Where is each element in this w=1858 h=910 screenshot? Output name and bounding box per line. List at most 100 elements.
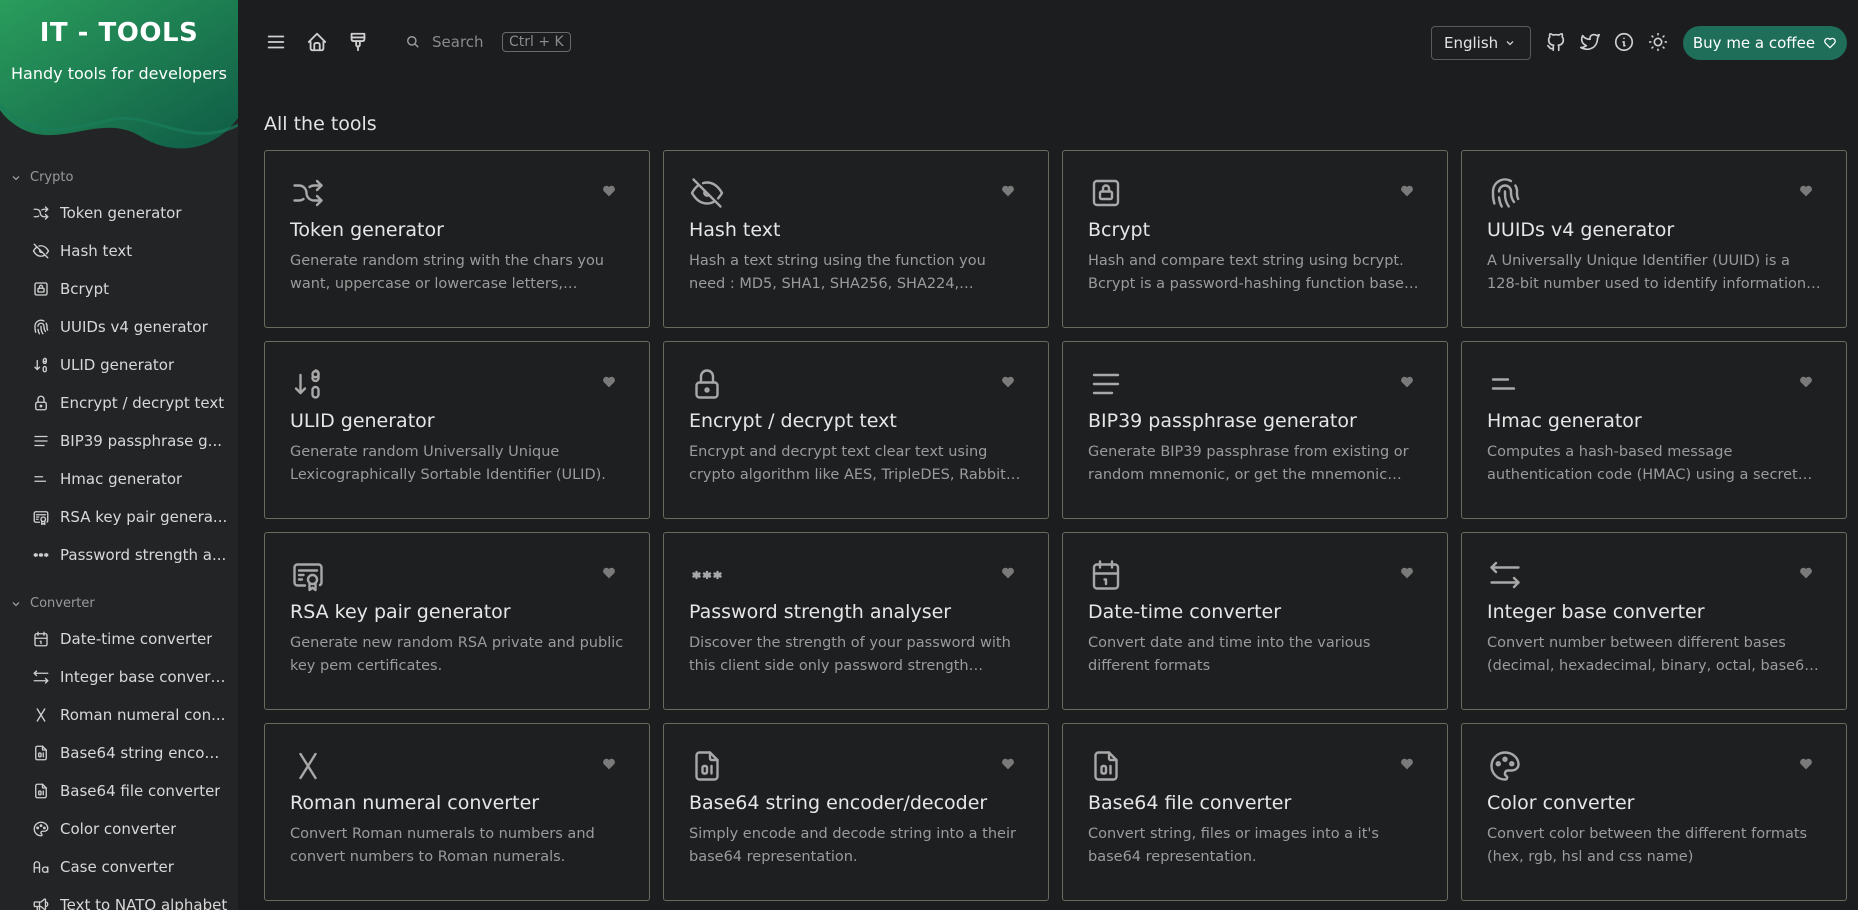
- sidebar-item-label: ULID generator: [60, 356, 175, 374]
- sidebar-item-label: Color converter: [60, 820, 177, 838]
- sidebar-item[interactable]: UUIDs v4 generator: [32, 312, 228, 342]
- sidebar-item[interactable]: Integer base convert...: [32, 662, 228, 692]
- tool-card[interactable]: Base64 string encoder/decoder Simply enco…: [663, 723, 1049, 901]
- sidebar-item-label: Text to NATO alphabet: [60, 896, 228, 910]
- tool-card-description: Generate random Universally Unique Lexic…: [290, 444, 606, 483]
- tool-card-title: Color converter: [1487, 792, 1635, 814]
- favorite-heart-icon[interactable]: [1399, 756, 1415, 772]
- sort-numeric-icon: [290, 366, 326, 402]
- favorite-heart-icon[interactable]: [1798, 374, 1814, 390]
- favorite-heart-icon[interactable]: [1000, 756, 1016, 772]
- tool-card[interactable]: Base64 file converter Convert string, fil…: [1062, 723, 1448, 901]
- tool-card-description: Encrypt and decrypt text clear text usin…: [689, 444, 1006, 483]
- tool-card[interactable]: Hmac generator Computes a hash-based mess…: [1461, 341, 1847, 519]
- menu-icon[interactable]: [262, 28, 290, 56]
- home-icon[interactable]: [303, 28, 331, 56]
- sidebar-item[interactable]: Roman numeral con...: [32, 700, 228, 730]
- sidebar-item[interactable]: Password strength a...: [32, 540, 228, 570]
- sidebar-item[interactable]: RSA key pair genera...: [32, 502, 228, 532]
- heart-icon: [1824, 37, 1836, 49]
- favorite-heart-icon[interactable]: [1798, 565, 1814, 581]
- tool-card[interactable]: Password strength analyser Discover the s…: [663, 532, 1049, 710]
- fingerprint-icon: [1487, 175, 1523, 211]
- search-icon: [407, 36, 419, 48]
- sidebar-section-crypto[interactable]: Crypto: [10, 170, 73, 185]
- tool-card-title: Roman numeral converter: [290, 792, 540, 814]
- sidebar-item-label: Token generator: [60, 204, 182, 222]
- sidebar-item-label: Bcrypt: [60, 280, 109, 298]
- eye-off-icon: [32, 242, 50, 260]
- arrows-left-right-icon: [1487, 557, 1523, 593]
- favorite-heart-icon[interactable]: [601, 565, 617, 581]
- twitter-icon[interactable]: [1577, 29, 1603, 55]
- sidebar-item[interactable]: BIP39 passphrase g...: [32, 426, 228, 456]
- language-value: English: [1444, 34, 1499, 52]
- sidebar-item[interactable]: Token generator: [32, 198, 228, 228]
- certificate-icon: [32, 508, 50, 526]
- sidebar-item[interactable]: Base64 string encod...: [32, 738, 228, 768]
- brand-title: IT - TOOLS: [39, 18, 199, 48]
- tool-card[interactable]: RSA key pair generator Generate new rando…: [264, 532, 650, 710]
- favorite-heart-icon[interactable]: [1000, 374, 1016, 390]
- language-select[interactable]: English: [1431, 26, 1531, 60]
- tool-card[interactable]: BIP39 passphrase generator Generate BIP39…: [1062, 341, 1448, 519]
- tool-card-title: Encrypt / decrypt text: [689, 410, 897, 432]
- sidebar-item[interactable]: Text to NATO alphabet: [32, 890, 228, 910]
- favorite-heart-icon[interactable]: [1000, 565, 1016, 581]
- sidebar-item[interactable]: Date-time converter: [32, 624, 228, 654]
- tool-card-description: Convert color between the different form…: [1487, 826, 1808, 865]
- tool-card-title: BIP39 passphrase generator: [1088, 410, 1357, 432]
- sidebar: IT - TOOLS Handy tools for developers Cr…: [0, 0, 238, 910]
- tool-card[interactable]: UUIDs v4 generator A Universally Unique I…: [1461, 150, 1847, 328]
- sidebar-item[interactable]: Case converter: [32, 852, 228, 882]
- info-circle-icon[interactable]: [1611, 29, 1637, 55]
- file-digit-icon: [1088, 748, 1124, 784]
- search-bar[interactable]: Ctrl + K: [406, 28, 571, 56]
- brand-header[interactable]: IT - TOOLS Handy tools for developers: [0, 0, 238, 150]
- sun-icon[interactable]: [1645, 29, 1671, 55]
- tool-card[interactable]: Encrypt / decrypt text Encrypt and decryp…: [663, 341, 1049, 519]
- tool-card[interactable]: Hash text Hash a text string using the fu…: [663, 150, 1049, 328]
- sidebar-item-label: Hash text: [60, 242, 133, 260]
- short-text-icon: [32, 470, 50, 488]
- sidebar-item[interactable]: Bcrypt: [32, 274, 228, 304]
- tool-card-description: Discover the strength of your password w…: [689, 635, 1011, 674]
- sidebar-item[interactable]: Base64 file converter: [32, 776, 228, 806]
- sidebar-item[interactable]: Encrypt / decrypt text: [32, 388, 228, 418]
- favorite-heart-icon[interactable]: [1000, 183, 1016, 199]
- favorite-heart-icon[interactable]: [601, 756, 617, 772]
- tool-card-description: Hash a text string using the function yo…: [689, 253, 986, 292]
- tool-card-description: Generate BIP39 passphrase from existing …: [1088, 444, 1409, 483]
- tool-card-description: A Universally Unique Identifier (UUID) i…: [1487, 253, 1807, 292]
- tool-card-description: Convert date and time into the various d…: [1088, 635, 1371, 674]
- favorite-heart-icon[interactable]: [601, 183, 617, 199]
- sidebar-item[interactable]: Hmac generator: [32, 464, 228, 494]
- tool-card[interactable]: Token generator Generate random string wi…: [264, 150, 650, 328]
- github-icon[interactable]: [1543, 29, 1569, 55]
- sidebar-section-label: Crypto: [30, 170, 74, 185]
- tool-card-description: Generate random string with the chars yo…: [290, 253, 605, 292]
- search-input[interactable]: [432, 33, 490, 51]
- buy-me-a-coffee-button[interactable]: Buy me a coffee: [1683, 26, 1847, 60]
- tool-card[interactable]: Color converter Convert color between the…: [1461, 723, 1847, 901]
- letter-x-icon: [32, 706, 50, 724]
- brush-icon[interactable]: [344, 28, 372, 56]
- favorite-heart-icon[interactable]: [1798, 183, 1814, 199]
- tool-card-title: Hmac generator: [1487, 410, 1642, 432]
- tool-card-title: ULID generator: [290, 410, 435, 432]
- tool-card[interactable]: ULID generator Generate random Universall…: [264, 341, 650, 519]
- sidebar-item[interactable]: Hash text: [32, 236, 228, 266]
- favorite-heart-icon[interactable]: [1399, 183, 1415, 199]
- favorite-heart-icon[interactable]: [601, 374, 617, 390]
- tool-card-description: Computes a hash-based message authentica…: [1487, 444, 1798, 483]
- tool-card[interactable]: Date-time converter Convert date and time…: [1062, 532, 1448, 710]
- tool-card[interactable]: Bcrypt Hash and compare text string using…: [1062, 150, 1448, 328]
- tool-card[interactable]: Integer base converter Convert number bet…: [1461, 532, 1847, 710]
- tool-card[interactable]: Roman numeral converter Convert Roman num…: [264, 723, 650, 901]
- sidebar-item[interactable]: Color converter: [32, 814, 228, 844]
- favorite-heart-icon[interactable]: [1798, 756, 1814, 772]
- sidebar-item[interactable]: ULID generator: [32, 350, 228, 380]
- favorite-heart-icon[interactable]: [1399, 565, 1415, 581]
- sidebar-section-converter[interactable]: Converter: [10, 596, 95, 611]
- favorite-heart-icon[interactable]: [1399, 374, 1415, 390]
